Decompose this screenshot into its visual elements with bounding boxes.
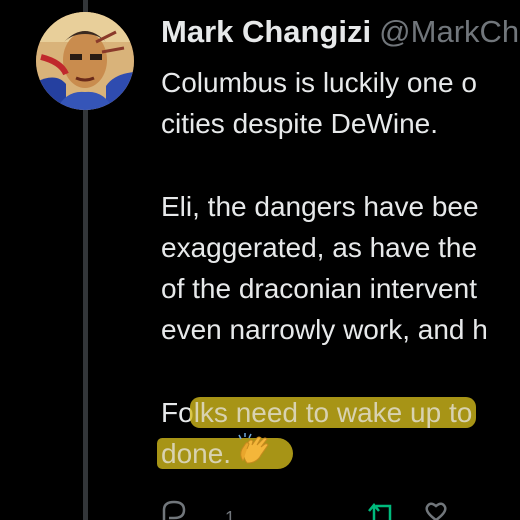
- tweet-text-line: even narrowly work, and h: [161, 314, 488, 345]
- tweet-text-line: of the draconian intervent: [161, 273, 477, 304]
- retweet-icon: [368, 503, 392, 520]
- author-display-name[interactable]: Mark Changizi: [161, 14, 371, 49]
- highlighted-text: lks need to wake up to: [189, 397, 477, 428]
- tweet-paragraph: Columbus is luckily one o cities despite…: [161, 62, 520, 144]
- tweet-header: Mark Changizi @MarkCh: [161, 12, 519, 52]
- like-icon: [425, 502, 447, 520]
- tweet-paragraph-highlighted: Folks need to wake up to done.: [157, 392, 520, 474]
- avatar-portrait-image: [36, 12, 134, 110]
- tweet-text: Columbus is luckily one o cities despite…: [157, 62, 520, 474]
- plain-text: Fo: [161, 397, 194, 428]
- tweet-actions-bar: [161, 500, 520, 520]
- reply-count: 1: [225, 508, 236, 520]
- tweet-paragraph: Eli, the dangers have bee exaggerated, a…: [161, 186, 520, 350]
- highlighted-word: done.: [161, 438, 232, 469]
- reply-icon: [162, 500, 186, 520]
- tweet-text-line: done.: [157, 433, 520, 474]
- reply-button[interactable]: [161, 500, 187, 520]
- tweet-text-line: Columbus is luckily one o: [161, 67, 477, 98]
- tweet-text-line: Folks need to wake up to: [161, 392, 520, 433]
- clapping-hands-emoji: [238, 433, 269, 464]
- author-handle[interactable]: @MarkCh: [379, 14, 519, 49]
- highlighted-text: done.: [157, 433, 294, 469]
- avatar[interactable]: [36, 12, 134, 110]
- tweet-text-line: cities despite DeWine.: [161, 108, 439, 139]
- tweet-text-line: Eli, the dangers have bee: [161, 191, 479, 222]
- retweet-button[interactable]: [366, 500, 400, 520]
- tweet-text-line: exaggerated, as have the: [161, 232, 478, 263]
- like-button[interactable]: [423, 500, 449, 520]
